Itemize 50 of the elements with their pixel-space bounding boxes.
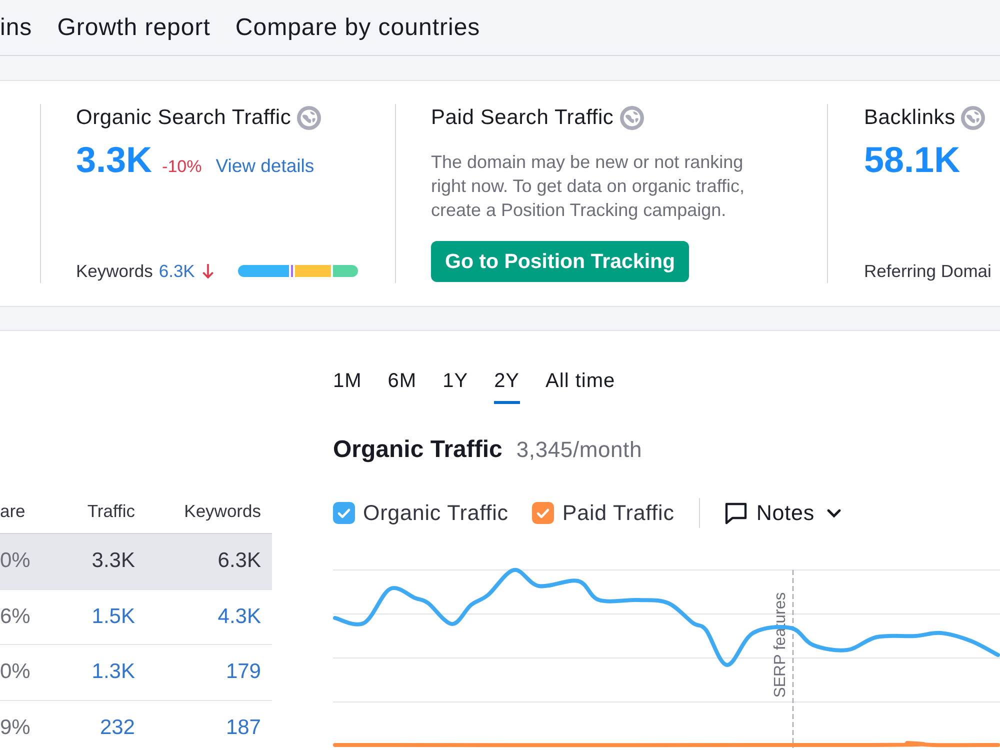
legend-toggle[interactable]: Organic Traffic	[333, 500, 508, 526]
table-row[interactable]: 0% 1.3K 179	[0, 645, 272, 700]
table-cell[interactable]: 4.3K	[135, 604, 261, 629]
period-tab[interactable]: 1M	[333, 369, 362, 404]
table-cell-text: 6%	[0, 604, 32, 629]
table-cell[interactable]: 232	[60, 716, 135, 740]
monthly-traffic-value: 3,345/month	[516, 437, 642, 463]
table-cell-text: 6.3K	[216, 549, 261, 574]
column-header: Traffic	[86, 501, 135, 522]
speech-bubble-icon	[724, 501, 748, 525]
footer-label: Referring Domai	[864, 260, 992, 282]
metric-value: 3.3K	[76, 140, 152, 180]
table-row[interactable]: 9% 232 187	[0, 700, 272, 750]
notice-text: The domain may be new or not ranking right now. To get data on organic traffic, create a Position Tracking campaign.	[431, 151, 746, 222]
card-title: Backlinks	[864, 106, 956, 130]
chart-title: Organic Traffic	[333, 436, 502, 464]
checkbox[interactable]	[532, 502, 554, 524]
globe-icon	[961, 106, 986, 130]
footer-label: Keywords	[76, 260, 153, 282]
nav-tab[interactable]: Growth report	[57, 14, 210, 42]
legend-toggle[interactable]: Paid Traffic	[532, 500, 674, 526]
globe-icon	[620, 106, 644, 130]
period-tab[interactable]: 6M	[388, 369, 417, 404]
nav-tab[interactable]: ins	[0, 14, 32, 42]
keywords-count-link[interactable]: 6.3K	[158, 260, 195, 282]
view-details-link[interactable]: View details	[216, 146, 314, 186]
nav-tab[interactable]: Compare by countries	[235, 14, 480, 42]
table-cell[interactable]: 187	[135, 716, 261, 740]
card-title: Paid Search Traffic	[431, 106, 614, 130]
table-cell-text: 0%	[0, 549, 32, 574]
table-row[interactable]: 6% 1.5K 4.3K	[0, 590, 272, 645]
card-title: Organic Search Traffic	[76, 106, 292, 130]
table-cell-text: 3.3K	[90, 549, 135, 574]
change-percent: -10%	[162, 156, 202, 178]
period-tab[interactable]: 1Y	[442, 369, 468, 404]
period-tab[interactable]: 2Y	[494, 369, 520, 404]
globe-icon	[297, 106, 322, 130]
table-cell-text: 9%	[0, 716, 32, 740]
notes-dropdown[interactable]: Notes	[724, 500, 841, 526]
column-header: Keywords	[183, 501, 261, 522]
table-cell[interactable]: 1.5K	[60, 604, 135, 629]
metric-value: 58.1K	[864, 140, 960, 180]
table-row[interactable]: 0% 3.3K 6.3K	[0, 534, 272, 590]
table-cell[interactable]: 1.3K	[60, 660, 135, 684]
table-cell-text: 0%	[0, 660, 32, 684]
chevron-down-icon	[826, 508, 841, 518]
table-cell[interactable]: 179	[135, 660, 261, 684]
column-header: are	[0, 501, 26, 522]
period-tab[interactable]: All time	[546, 369, 616, 404]
checkbox[interactable]	[333, 502, 355, 524]
